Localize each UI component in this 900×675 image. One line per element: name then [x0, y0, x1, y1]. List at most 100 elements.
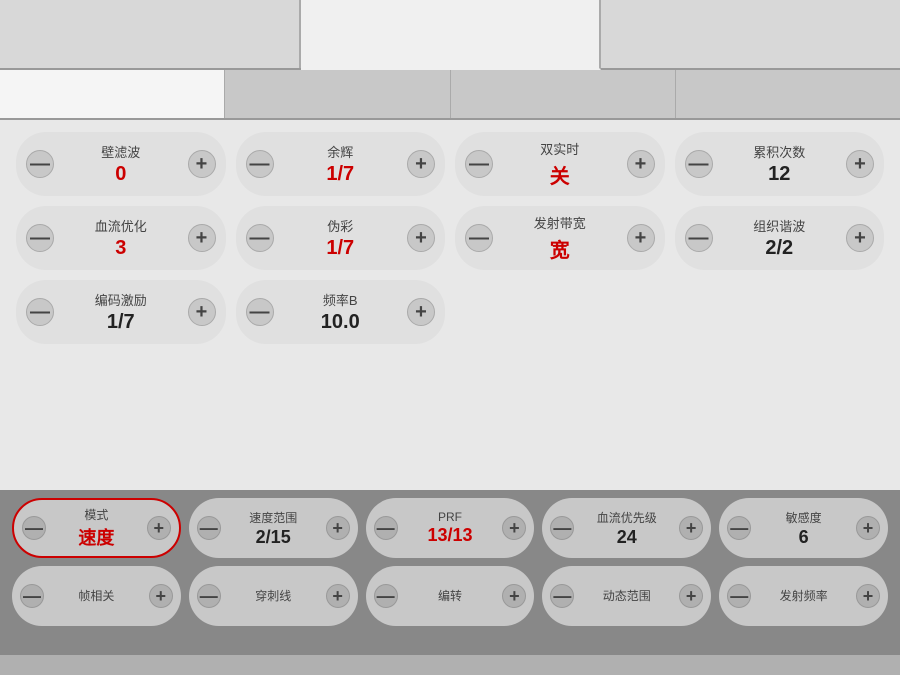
ctrl-label-5: 伪彩 [327, 216, 353, 235]
ctrl-value-6: 宽 [550, 234, 570, 263]
ctrl-value-9: 10.0 [321, 311, 360, 334]
bottom-plus-btn-4[interactable]: + [856, 516, 880, 540]
ctrl-value-1: 1/7 [326, 163, 354, 186]
ctrl-label-9: 频率B [323, 290, 358, 309]
control-item-8: — 编码激励 1/7 + [16, 280, 226, 344]
ctrl-label-4: 血流优化 [95, 216, 147, 235]
bottom-minus-r2-1[interactable]: — [197, 584, 221, 608]
bottom-ctrl-value-3: 24 [617, 527, 637, 548]
bottom-plus-btn-1[interactable]: + [326, 516, 350, 540]
sub-tabs [0, 70, 900, 120]
plus-btn-1[interactable]: + [407, 150, 435, 178]
bottom-ctrl-label-4: 敏感度 [786, 509, 822, 526]
bottom-ctrl-value-4: 6 [799, 527, 809, 548]
plus-btn-6[interactable]: + [627, 224, 655, 252]
bottom-plus-r2-3[interactable]: + [679, 584, 703, 608]
bottom-plus-r2-2[interactable]: + [502, 584, 526, 608]
bottom-ctrl-value-2: 13/13 [427, 525, 472, 546]
control-item-5: — 伪彩 1/7 + [236, 206, 446, 270]
bottom-minus-r2-3[interactable]: — [550, 584, 574, 608]
plus-btn-3[interactable]: + [846, 150, 874, 178]
minus-btn-0[interactable]: — [26, 150, 54, 178]
plus-btn-0[interactable]: + [188, 150, 216, 178]
bottom-ctrl-0: — 模式速度 + [12, 498, 181, 558]
top-tabs [0, 0, 900, 70]
bottom-row-1: —模式速度+—速度范围2/15+—PRF13/13+—血流优先级24+—敏感度6… [12, 498, 888, 558]
bottom-bar: —模式速度+—速度范围2/15+—PRF13/13+—血流优先级24+—敏感度6… [0, 490, 900, 655]
bottom-ctrl-label-3: 血流优先级 [597, 509, 657, 526]
bottom-minus-r2-2[interactable]: — [374, 584, 398, 608]
ctrl-label-8: 编码激励 [95, 290, 147, 309]
bottom-ctrl-r2-0: — 帧相关 + [12, 566, 181, 626]
plus-btn-9[interactable]: + [407, 298, 435, 326]
plus-btn-5[interactable]: + [407, 224, 435, 252]
plus-btn-4[interactable]: + [188, 224, 216, 252]
minus-btn-5[interactable]: — [246, 224, 274, 252]
controls-grid: —壁滤波0+—余辉1/7+—双实时关+—累积次数12+—血流优化3+—伪彩1/7… [16, 132, 884, 344]
ctrl-label-2: 双实时 [540, 139, 579, 158]
bottom-plus-btn-2[interactable]: + [502, 516, 526, 540]
plus-btn-2[interactable]: + [627, 150, 655, 178]
bottom-plus-r2-1[interactable]: + [326, 584, 350, 608]
bottom-ctrl-label-0: 模式 [84, 506, 108, 523]
bottom-ctrl-2: — PRF13/13 + [366, 498, 535, 558]
tab-probe[interactable] [0, 0, 301, 68]
bottom-ctrl-r2-label-3: 动态范围 [603, 587, 651, 604]
control-item-3: —累积次数12+ [675, 132, 885, 196]
bottom-ctrl-label-2: PRF [438, 510, 462, 524]
bottom-plus-r2-4[interactable]: + [856, 584, 880, 608]
bottom-ctrl-r2-4: —发射频率+ [719, 566, 888, 626]
plus-btn-7[interactable]: + [846, 224, 874, 252]
bottom-minus-btn-4[interactable]: — [727, 516, 751, 540]
bottom-minus-r2-0[interactable]: — [20, 584, 44, 608]
ctrl-value-8: 1/7 [107, 311, 135, 334]
control-item-2: — 双实时关 + [455, 132, 665, 196]
ctrl-value-4: 3 [115, 237, 126, 260]
bottom-ctrl-r2-2: —编转+ [366, 566, 535, 626]
subtab-mode-menu[interactable] [0, 70, 225, 118]
bottom-plus-btn-3[interactable]: + [679, 516, 703, 540]
tab-keyboard[interactable] [601, 0, 900, 68]
bottom-ctrl-value-0: 速度 [78, 524, 114, 550]
minus-btn-6[interactable]: — [465, 224, 493, 252]
bottom-ctrl-4: — 敏感度6 + [719, 498, 888, 558]
ctrl-label-7: 组织谐波 [753, 216, 805, 235]
ctrl-label-1: 余辉 [327, 142, 353, 161]
bottom-plus-btn-0[interactable]: + [147, 516, 171, 540]
control-item-1: — 余辉 1/7 + [236, 132, 446, 196]
bottom-minus-btn-1[interactable]: — [197, 516, 221, 540]
control-item-4: — 血流优化 3 + [16, 206, 226, 270]
ctrl-value-2: 关 [550, 160, 570, 189]
bottom-ctrl-r2-label-1: 穿刺线 [255, 587, 291, 604]
control-item-9: — 频率B 10.0 + [236, 280, 446, 344]
minus-btn-8[interactable]: — [26, 298, 54, 326]
minus-btn-1[interactable]: — [246, 150, 274, 178]
minus-btn-7[interactable]: — [685, 224, 713, 252]
control-item-7: — 组织谐波 2/2 + [675, 206, 885, 270]
subtab-measure-pkg[interactable] [451, 70, 676, 118]
control-item-6: — 发射带宽宽 + [455, 206, 665, 270]
ctrl-label-6: 发射带宽 [534, 213, 586, 232]
subtab-measure[interactable] [225, 70, 450, 118]
ctrl-label-0: 壁滤波 [101, 142, 140, 161]
ctrl-value-7: 2/2 [765, 237, 793, 260]
subtab-system[interactable] [676, 70, 900, 118]
bottom-ctrl-r2-3: — 动态范围 + [542, 566, 711, 626]
bottom-minus-r2-4[interactable]: — [727, 584, 751, 608]
minus-btn-4[interactable]: — [26, 224, 54, 252]
bottom-ctrl-3: — 血流优先级24 + [542, 498, 711, 558]
main-content: —壁滤波0+—余辉1/7+—双实时关+—累积次数12+—血流优化3+—伪彩1/7… [0, 120, 900, 490]
bottom-ctrl-label-1: 速度范围 [249, 509, 297, 526]
minus-btn-9[interactable]: — [246, 298, 274, 326]
minus-btn-2[interactable]: — [465, 150, 493, 178]
bottom-minus-btn-0[interactable]: — [22, 516, 46, 540]
bottom-minus-btn-3[interactable]: — [550, 516, 574, 540]
ctrl-value-5: 1/7 [326, 237, 354, 260]
bottom-minus-btn-2[interactable]: — [374, 516, 398, 540]
bottom-ctrl-1: —速度范围2/15+ [189, 498, 358, 558]
minus-btn-3[interactable]: — [685, 150, 713, 178]
tab-cine[interactable] [301, 0, 602, 70]
plus-btn-8[interactable]: + [188, 298, 216, 326]
bottom-ctrl-r2-label-0: 帧相关 [78, 587, 114, 604]
bottom-plus-r2-0[interactable]: + [149, 584, 173, 608]
